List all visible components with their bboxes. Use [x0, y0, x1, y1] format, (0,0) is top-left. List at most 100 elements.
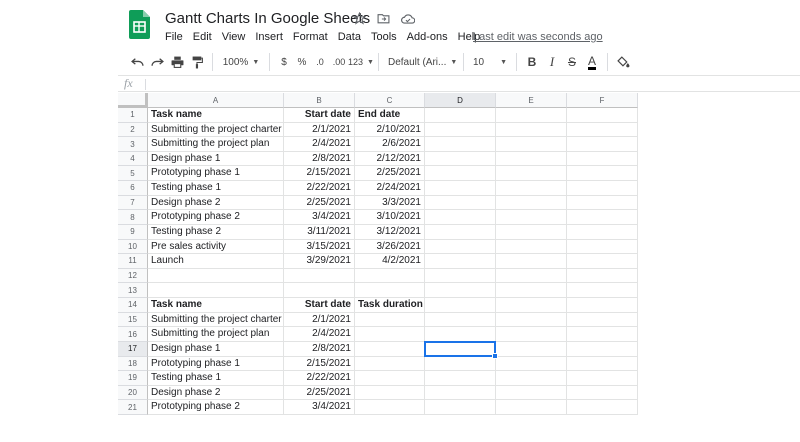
italic-button[interactable]: I	[542, 51, 562, 73]
font-family-select[interactable]: Default (Ari... ▼	[384, 51, 458, 73]
cell-e14[interactable]	[496, 298, 567, 313]
column-header-b[interactable]: B	[284, 93, 355, 108]
cell-f17[interactable]	[567, 341, 638, 357]
row-header-20[interactable]: 20	[118, 385, 148, 401]
row-header-1[interactable]: 1	[118, 108, 148, 123]
cell-f5[interactable]	[567, 166, 638, 182]
row-header-3[interactable]: 3	[118, 137, 148, 152]
cell-d11[interactable]	[425, 254, 496, 269]
column-header-a[interactable]: A	[148, 93, 284, 108]
cell-f15[interactable]	[567, 312, 638, 328]
cell-b4[interactable]: 2/8/2021	[284, 151, 355, 167]
cell-d1[interactable]	[425, 108, 496, 123]
cell-b13[interactable]	[284, 283, 355, 299]
column-header-e[interactable]: E	[496, 93, 567, 108]
cell-f1[interactable]	[567, 108, 638, 123]
cell-e7[interactable]	[496, 195, 567, 211]
cell-c1[interactable]: End date	[355, 108, 425, 123]
cell-e2[interactable]	[496, 122, 567, 138]
cell-e11[interactable]	[496, 254, 567, 269]
cell-e16[interactable]	[496, 327, 567, 342]
cell-d4[interactable]	[425, 151, 496, 167]
cell-b7[interactable]: 2/25/2021	[284, 195, 355, 211]
cell-c2[interactable]: 2/10/2021	[355, 122, 425, 138]
cell-f2[interactable]	[567, 122, 638, 138]
column-header-d[interactable]: D	[425, 93, 496, 108]
cell-c16[interactable]	[355, 327, 425, 342]
row-header-21[interactable]: 21	[118, 400, 148, 415]
cell-f13[interactable]	[567, 283, 638, 299]
print-icon[interactable]	[167, 51, 187, 73]
cell-f14[interactable]	[567, 298, 638, 313]
cell-a19[interactable]: Testing phase 1	[148, 371, 284, 386]
menu-edit[interactable]: Edit	[193, 31, 212, 43]
cell-e1[interactable]	[496, 108, 567, 123]
cell-c13[interactable]	[355, 283, 425, 299]
cell-b2[interactable]: 2/1/2021	[284, 122, 355, 138]
cell-c21[interactable]	[355, 400, 425, 415]
cell-f16[interactable]	[567, 327, 638, 342]
row-header-15[interactable]: 15	[118, 312, 148, 328]
cell-d21[interactable]	[425, 400, 496, 415]
cell-e9[interactable]	[496, 224, 567, 240]
cell-a1[interactable]: Task name	[148, 108, 284, 123]
cell-c12[interactable]	[355, 268, 425, 284]
cell-a2[interactable]: Submitting the project charter	[148, 122, 284, 138]
cell-e17[interactable]	[496, 341, 567, 357]
cell-d14[interactable]	[425, 298, 496, 313]
cell-d9[interactable]	[425, 224, 496, 240]
document-title[interactable]: Gantt Charts In Google Sheets	[165, 10, 370, 27]
font-size-select[interactable]: 10 ▼	[469, 51, 511, 73]
cell-d8[interactable]	[425, 210, 496, 225]
cell-e3[interactable]	[496, 137, 567, 152]
row-header-10[interactable]: 10	[118, 239, 148, 255]
strikethrough-button[interactable]: S	[562, 51, 582, 73]
column-header-f[interactable]: F	[567, 93, 638, 108]
cell-e5[interactable]	[496, 166, 567, 182]
row-header-12[interactable]: 12	[118, 268, 148, 284]
cell-a17[interactable]: Design phase 1	[148, 341, 284, 357]
sheets-logo-icon[interactable]	[129, 10, 150, 39]
cell-b16[interactable]: 2/4/2021	[284, 327, 355, 342]
cell-d2[interactable]	[425, 122, 496, 138]
cell-c8[interactable]: 3/10/2021	[355, 210, 425, 225]
cell-f3[interactable]	[567, 137, 638, 152]
cell-b10[interactable]: 3/15/2021	[284, 239, 355, 255]
cell-e20[interactable]	[496, 385, 567, 401]
cell-a9[interactable]: Testing phase 2	[148, 224, 284, 240]
cell-d16[interactable]	[425, 327, 496, 342]
cell-d10[interactable]	[425, 239, 496, 255]
cell-c15[interactable]	[355, 312, 425, 328]
menu-format[interactable]: Format	[293, 31, 328, 43]
cell-c20[interactable]	[355, 385, 425, 401]
cell-d15[interactable]	[425, 312, 496, 328]
currency-format-button[interactable]: $	[275, 51, 293, 73]
row-header-6[interactable]: 6	[118, 181, 148, 196]
cell-f12[interactable]	[567, 268, 638, 284]
cell-b6[interactable]: 2/22/2021	[284, 181, 355, 196]
cell-d18[interactable]	[425, 356, 496, 372]
increase-decimals-button[interactable]: .00	[329, 51, 349, 73]
cell-b1[interactable]: Start date	[284, 108, 355, 123]
column-header-c[interactable]: C	[355, 93, 425, 108]
cell-d12[interactable]	[425, 268, 496, 284]
cell-f9[interactable]	[567, 224, 638, 240]
cell-a11[interactable]: Launch	[148, 254, 284, 269]
bold-button[interactable]: B	[522, 51, 542, 73]
cell-b14[interactable]: Start date	[284, 298, 355, 313]
cell-a10[interactable]: Pre sales activity	[148, 239, 284, 255]
star-icon[interactable]	[352, 11, 367, 26]
cell-c4[interactable]: 2/12/2021	[355, 151, 425, 167]
cell-f21[interactable]	[567, 400, 638, 415]
cell-a16[interactable]: Submitting the project plan	[148, 327, 284, 342]
paint-format-icon[interactable]	[187, 51, 207, 73]
cell-d17[interactable]	[425, 341, 496, 357]
cell-d6[interactable]	[425, 181, 496, 196]
cell-b11[interactable]: 3/29/2021	[284, 254, 355, 269]
cell-c18[interactable]	[355, 356, 425, 372]
cell-a8[interactable]: Prototyping phase 2	[148, 210, 284, 225]
spreadsheet-grid[interactable]: A B C D E F 1 Task name Start date End date 2 Submi…	[118, 93, 800, 442]
cell-c9[interactable]: 3/12/2021	[355, 224, 425, 240]
last-edit-link[interactable]: Last edit was seconds ago	[473, 31, 603, 43]
redo-icon[interactable]	[147, 51, 167, 73]
